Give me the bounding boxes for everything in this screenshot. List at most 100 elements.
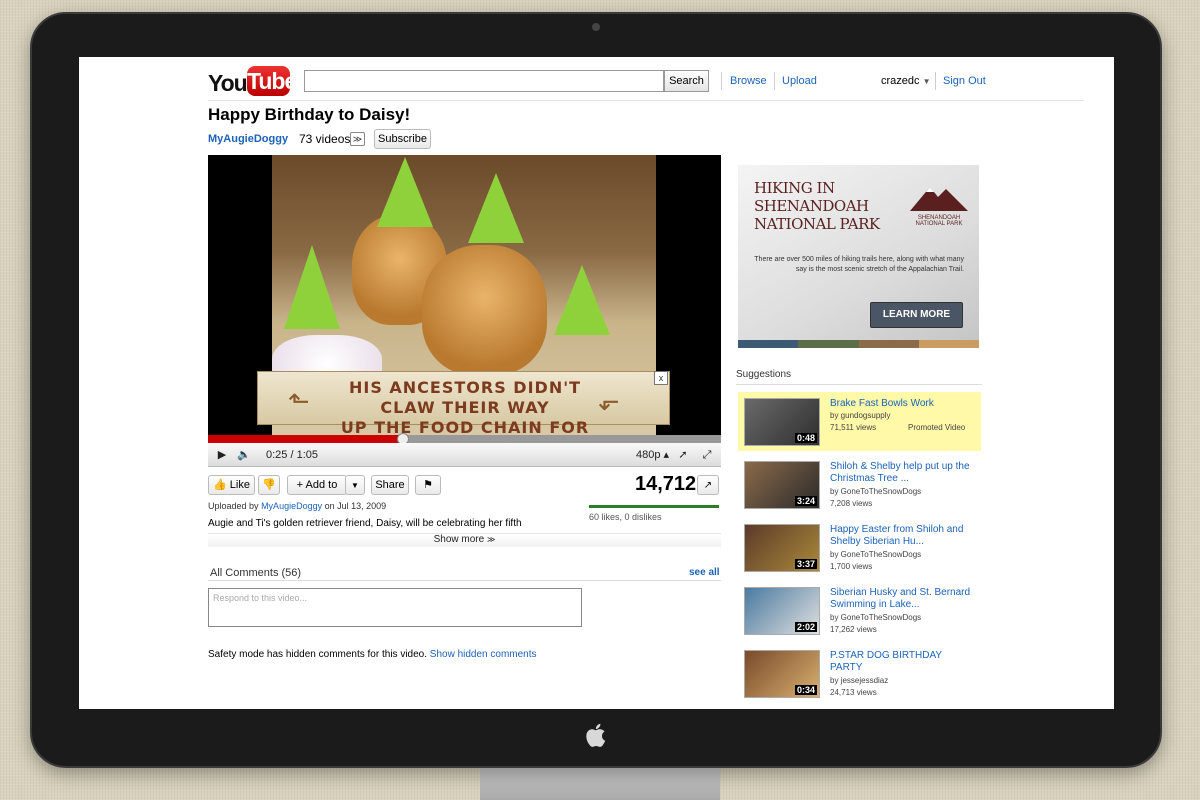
logo-tube-text: Tube — [247, 66, 297, 96]
party-hat — [377, 157, 433, 227]
overlay-ad-text: HIS ANCESTORS DIDN'T CLAW THEIR WAY UP T… — [320, 378, 610, 435]
popout-icon[interactable]: ➚ — [674, 446, 692, 464]
ad-body: There are over 500 miles of hiking trail… — [754, 256, 964, 273]
comments-heading: All Comments (56) — [210, 567, 302, 579]
suggestion-title[interactable]: P.STAR DOG BIRTHDAY PARTY — [830, 650, 975, 674]
duration-badge: 2:02 — [794, 622, 817, 632]
logo-you-text: You — [208, 70, 248, 96]
add-to-dropdown[interactable]: ▼ — [345, 475, 365, 495]
likes-dislikes: 60 likes, 0 dislikes — [589, 512, 662, 522]
show-more-button[interactable]: Show more ≫ — [208, 533, 721, 547]
thumbs-up-icon: 👍 — [213, 479, 227, 491]
learn-more-button[interactable]: LEARN MORE — [870, 302, 963, 328]
suggestion-thumbnail[interactable]: 0:48 — [744, 398, 820, 446]
divider — [721, 72, 722, 90]
suggestion-item[interactable]: 3:24 Shiloh & Shelby help put up the Chri… — [738, 455, 981, 514]
suggestion-title[interactable]: Brake Fast Bowls Work — [830, 398, 975, 410]
park-logo: SHENANDOAH NATIONAL PARK — [908, 179, 970, 227]
duration-badge: 3:24 — [794, 496, 817, 506]
safety-text: Safety mode has hidden comments for this… — [208, 649, 428, 660]
divider — [935, 72, 936, 90]
suggestion-item[interactable]: 0:34 P.STAR DOG BIRTHDAY PARTY by jessejes… — [738, 644, 981, 703]
overlay-ad-line: UP THE FOOD CHAIN FOR THIS. — [340, 418, 590, 435]
view-count: 14,712 — [635, 473, 697, 495]
subscribe-button[interactable]: Subscribe — [374, 129, 431, 149]
suggestion-thumbnail[interactable]: 2:02 — [744, 587, 820, 635]
quality-button[interactable]: 480p ▴ — [636, 446, 669, 464]
stripe-segment — [798, 340, 859, 348]
progress-bar[interactable] — [208, 433, 721, 445]
browse-link[interactable]: Browse — [730, 75, 767, 87]
uploaded-prefix: Uploaded by — [208, 501, 259, 511]
suggestion-views: 71,511 views — [830, 423, 877, 432]
suggestion-views: 7,208 views — [830, 499, 873, 508]
show-hidden-comments-link[interactable]: Show hidden comments — [430, 649, 537, 660]
show-more-label: Show more — [433, 534, 485, 545]
suggestion-views: 1,700 views — [830, 562, 873, 571]
uploader-link[interactable]: MyAugieDoggy — [261, 501, 322, 511]
upload-link[interactable]: Upload — [782, 75, 817, 87]
flag-button[interactable]: ⚑ — [415, 475, 441, 495]
stats-button[interactable]: ↗ — [697, 475, 719, 495]
channel-dropdown-icon[interactable]: ≫ — [350, 132, 365, 146]
suggestion-thumbnail[interactable]: 3:24 — [744, 461, 820, 509]
suggestion-title[interactable]: Siberian Husky and St. Bernard Swimming … — [830, 587, 975, 611]
video-title: Happy Birthday to Daisy! — [208, 105, 411, 124]
play-icon[interactable]: ▶ — [213, 446, 231, 464]
see-all-link[interactable]: see all — [689, 567, 720, 578]
stripe-segment — [918, 340, 979, 348]
flag-icon: ⚑ — [423, 479, 433, 491]
like-button[interactable]: 👍 Like — [208, 475, 255, 495]
suggestion-thumbnail[interactable]: 0:34 — [744, 650, 820, 698]
suggestions-divider — [736, 384, 982, 385]
username: crazedc — [881, 75, 920, 87]
suggestion-channel: by GoneToTheSnowDogs — [830, 550, 922, 559]
fullscreen-icon[interactable]: ⤢ — [698, 446, 716, 464]
browser-screen: You Tube Search Browse Upload crazedc ▼ … — [79, 57, 1114, 709]
quality-label: 480p — [636, 449, 661, 461]
duration-badge: 0:34 — [794, 685, 817, 695]
channel-link[interactable]: MyAugieDoggy — [208, 133, 288, 145]
share-button[interactable]: Share — [371, 475, 409, 495]
add-to-button[interactable]: + Add to — [287, 475, 347, 495]
webcam — [592, 23, 600, 31]
comment-input[interactable]: Respond to this video... — [208, 588, 582, 627]
video-description: Augie and Ti's golden retriever friend, … — [208, 518, 522, 529]
suggestion-channel: by GoneToTheSnowDogs — [830, 487, 922, 496]
suggestion-title[interactable]: Shiloh & Shelby help put up the Christma… — [830, 461, 975, 485]
sign-out-link[interactable]: Sign Out — [943, 75, 986, 87]
close-ad-button[interactable]: x — [654, 371, 668, 385]
comments-divider — [208, 580, 721, 581]
suggestion-channel: by GoneToTheSnowDogs — [830, 613, 922, 622]
volume-icon[interactable]: 🔈 — [234, 446, 254, 464]
upload-date: on Jul 13, 2009 — [324, 501, 387, 511]
suggestion-channel: by gundogsupply — [830, 411, 891, 420]
mountain-icon — [910, 187, 968, 211]
arrow-icon: ⬑ — [288, 386, 310, 416]
suggestion-item[interactable]: 2:02 Siberian Husky and St. Bernard Swimm… — [738, 581, 981, 640]
search-button[interactable]: Search — [664, 70, 709, 92]
suggestion-views: 17,262 views — [830, 625, 877, 634]
chart-icon: ↗ — [703, 480, 713, 491]
safety-notice: Safety mode has hidden comments for this… — [208, 649, 537, 660]
party-hat — [554, 265, 610, 335]
thumbs-down-icon: 👎 — [262, 479, 276, 491]
youtube-logo[interactable]: You Tube — [208, 65, 297, 97]
stripe-segment — [858, 340, 919, 348]
overlay-ad[interactable]: ⬑ HIS ANCESTORS DIDN'T CLAW THEIR WAY UP… — [257, 371, 670, 435]
suggestion-item[interactable]: 0:48 Brake Fast Bowls Work by gundogsupply… — [738, 392, 981, 451]
suggestion-thumbnail[interactable]: 3:37 — [744, 524, 820, 572]
park-logo-text: SHENANDOAH NATIONAL PARK — [915, 215, 963, 227]
account-menu[interactable]: crazedc ▼ — [881, 75, 931, 87]
suggestion-item[interactable]: 3:37 Happy Easter from Shiloh and Shelby … — [738, 518, 981, 577]
suggestion-title[interactable]: Happy Easter from Shiloh and Shelby Sibe… — [830, 524, 975, 548]
monitor-stand — [480, 765, 720, 800]
search-input[interactable] — [304, 70, 664, 92]
video-player[interactable]: ⬑ HIS ANCESTORS DIDN'T CLAW THEIR WAY UP… — [208, 155, 721, 435]
suggestions-heading: Suggestions — [736, 369, 792, 380]
dislike-button[interactable]: 👎 — [258, 475, 280, 495]
party-hat — [468, 173, 524, 243]
display-ad[interactable]: HIKING IN SHENANDOAH NATIONAL PARK SHENA… — [738, 165, 979, 348]
divider — [774, 72, 775, 90]
like-ratio-bar — [589, 505, 719, 508]
